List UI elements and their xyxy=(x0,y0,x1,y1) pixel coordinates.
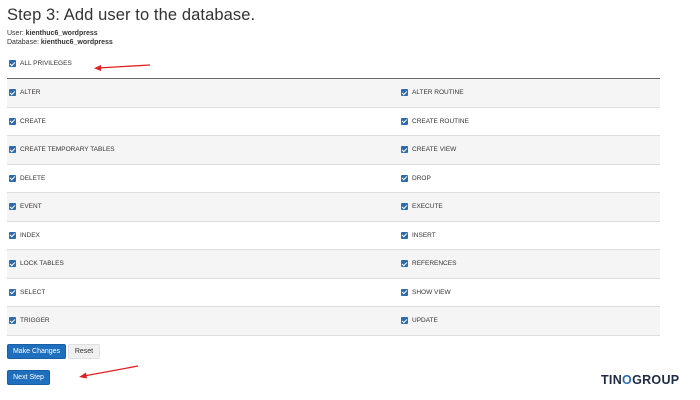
privilege-row: SELECT SHOW VIEW xyxy=(7,278,660,307)
privilege-create[interactable]: CREATE xyxy=(7,117,399,125)
privilege-label: DROP xyxy=(412,174,431,182)
make-changes-button[interactable]: Make Changes xyxy=(7,344,66,359)
privilege-index[interactable]: INDEX xyxy=(7,231,399,239)
user-label: User: xyxy=(7,30,26,37)
checkbox-checked-icon[interactable] xyxy=(9,288,16,296)
checkbox-checked-icon[interactable] xyxy=(401,317,408,325)
privilege-alter-routine[interactable]: ALTER ROUTINE xyxy=(399,89,464,97)
privilege-label: ALTER xyxy=(20,89,41,97)
checkbox-checked-icon[interactable] xyxy=(9,231,16,239)
privilege-lock-tables[interactable]: LOCK TABLES xyxy=(7,260,399,268)
privilege-label: CREATE VIEW xyxy=(412,146,457,154)
privilege-label: CREATE TEMPORARY TABLES xyxy=(20,146,115,154)
privilege-row: ALTER ALTER ROUTINE xyxy=(7,79,660,108)
all-privileges-checkbox[interactable]: ALL PRIVILEGES xyxy=(9,60,72,67)
privilege-label: REFERENCES xyxy=(412,260,457,268)
privilege-trigger[interactable]: TRIGGER xyxy=(7,317,399,325)
privilege-insert[interactable]: INSERT xyxy=(399,231,436,239)
checkbox-checked-icon[interactable] xyxy=(9,260,16,268)
privilege-create-routine[interactable]: CREATE ROUTINE xyxy=(399,117,469,125)
page-title: Step 3: Add user to the database. xyxy=(7,6,256,24)
privilege-event[interactable]: EVENT xyxy=(7,203,399,211)
next-step-button[interactable]: Next Step xyxy=(7,370,50,385)
privilege-label: CREATE ROUTINE xyxy=(412,117,469,125)
privilege-label: ALTER ROUTINE xyxy=(412,89,464,97)
privilege-label: INSERT xyxy=(412,231,436,239)
privilege-select[interactable]: SELECT xyxy=(7,288,399,296)
privilege-label: TRIGGER xyxy=(20,317,50,325)
privilege-update[interactable]: UPDATE xyxy=(399,317,438,325)
checkbox-checked-icon[interactable] xyxy=(9,117,16,125)
privilege-references[interactable]: REFERENCES xyxy=(399,260,457,268)
logo-text-part1: TIN xyxy=(601,373,623,387)
user-value: kienthuc6_wordpress xyxy=(25,30,98,37)
privilege-row: DELETE DROP xyxy=(7,164,660,193)
privilege-row: CREATE TEMPORARY TABLES CREATE VIEW xyxy=(7,136,660,165)
privilege-create-temporary-tables[interactable]: CREATE TEMPORARY TABLES xyxy=(7,146,399,154)
privilege-label: LOCK TABLES xyxy=(20,260,64,268)
logo-text-part3: GROUP xyxy=(632,373,680,387)
privilege-delete[interactable]: DELETE xyxy=(7,174,399,182)
checkbox-checked-icon[interactable] xyxy=(401,288,408,296)
checkbox-checked-icon[interactable] xyxy=(401,203,408,211)
privilege-label: SELECT xyxy=(20,288,46,296)
checkbox-checked-icon[interactable] xyxy=(9,317,16,325)
privilege-row: LOCK TABLES REFERENCES xyxy=(7,250,660,279)
database-info: Database: kienthuc6_wordpress xyxy=(7,38,113,47)
privilege-drop[interactable]: DROP xyxy=(399,174,431,182)
privilege-label: EXECUTE xyxy=(412,203,443,211)
checkbox-checked-icon[interactable] xyxy=(9,146,16,154)
privilege-label: INDEX xyxy=(20,231,40,239)
tinogroup-logo: TINOGROUP xyxy=(601,373,679,387)
privilege-show-view[interactable]: SHOW VIEW xyxy=(399,288,451,296)
checkbox-checked-icon[interactable] xyxy=(401,231,408,239)
database-value: kienthuc6_wordpress xyxy=(40,39,113,46)
privilege-alter[interactable]: ALTER xyxy=(7,89,399,97)
reset-button[interactable]: Reset xyxy=(68,344,100,359)
all-privileges-label: ALL PRIVILEGES xyxy=(20,60,72,67)
privilege-execute[interactable]: EXECUTE xyxy=(399,203,443,211)
privilege-row: CREATE CREATE ROUTINE xyxy=(7,107,660,136)
checkbox-checked-icon[interactable] xyxy=(401,260,408,268)
privilege-label: EVENT xyxy=(20,203,42,211)
checkbox-checked-icon[interactable] xyxy=(401,89,408,97)
user-info: User: kienthuc6_wordpress xyxy=(7,29,98,38)
privilege-row: TRIGGER UPDATE xyxy=(7,307,660,336)
checkbox-checked-icon[interactable] xyxy=(9,174,16,182)
checkbox-checked-icon[interactable] xyxy=(9,203,16,211)
checkbox-checked-icon[interactable] xyxy=(401,146,408,154)
privilege-label: UPDATE xyxy=(412,317,438,325)
privilege-label: SHOW VIEW xyxy=(412,288,451,296)
database-label: Database: xyxy=(7,39,41,46)
privilege-label: DELETE xyxy=(20,174,46,182)
checkbox-checked-icon[interactable] xyxy=(9,89,16,97)
checkbox-checked-icon[interactable] xyxy=(9,60,16,67)
privilege-row: EVENT EXECUTE xyxy=(7,193,660,222)
annotation-arrow-icon xyxy=(79,365,139,379)
annotation-arrow-icon xyxy=(94,64,151,71)
checkbox-checked-icon[interactable] xyxy=(401,174,408,182)
privileges-table: ALTER ALTER ROUTINE CREATE CREATE ROUTIN… xyxy=(7,78,660,336)
checkbox-checked-icon[interactable] xyxy=(401,117,408,125)
logo-text-part2: O xyxy=(622,373,633,387)
privilege-label: CREATE xyxy=(20,117,46,125)
privilege-row: INDEX INSERT xyxy=(7,221,660,250)
privilege-create-view[interactable]: CREATE VIEW xyxy=(399,146,457,154)
